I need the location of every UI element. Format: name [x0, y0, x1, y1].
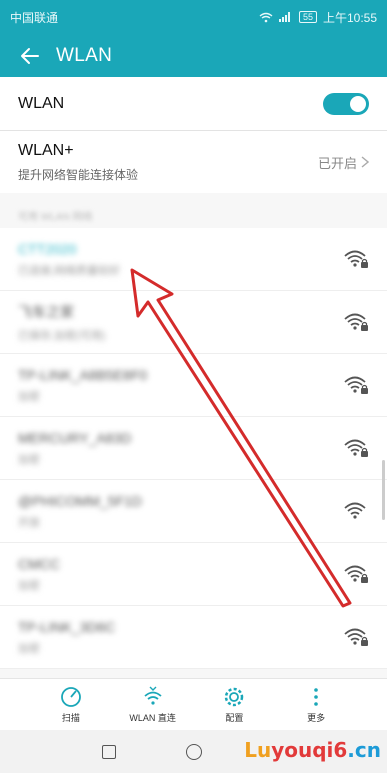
- network-status: 加密: [18, 390, 40, 403]
- network-item[interactable]: TP-LINK_A8B5E8F0 加密: [0, 354, 387, 417]
- network-text: @PHICOMM_5F1D 开放: [18, 493, 142, 530]
- wlan-plus-subtitle: 提升网络智能连接体验: [18, 167, 139, 182]
- status-icons: 55 上午10:55: [259, 9, 377, 26]
- scan-button[interactable]: 扫描: [36, 685, 106, 724]
- wifi-locked-icon: [344, 565, 368, 583]
- network-text: MERCURY_A83D 加密: [18, 430, 131, 467]
- scrollbar[interactable]: [382, 460, 385, 520]
- home-button[interactable]: [185, 743, 202, 760]
- network-text: TP-LINK_A8B5E8F0 加密: [18, 367, 147, 404]
- network-name: MERCURY_A83D: [18, 429, 132, 446]
- clock: 上午10:55: [322, 10, 377, 25]
- wlan-plus-state: 已开启: [318, 153, 369, 172]
- status-bar: 中国联通 55 上午10:55: [0, 0, 387, 34]
- network-text: 飞车之家已保存,加密(可用): [18, 302, 105, 343]
- network-status: 加密: [18, 579, 40, 592]
- more-label: 更多: [307, 713, 326, 723]
- more-dots-icon: [314, 688, 318, 706]
- config-button[interactable]: 配置: [199, 685, 269, 724]
- wlan-direct-label: WLAN 直连: [129, 713, 176, 723]
- network-status: 已保存,加密(可用): [18, 329, 106, 342]
- more-button[interactable]: 更多: [281, 685, 351, 724]
- recent-apps-button[interactable]: [101, 744, 116, 759]
- config-label: 配置: [225, 713, 244, 723]
- network-item[interactable]: @PHICOMM_5F1D 开放: [0, 480, 387, 543]
- watermark-logo: Luyouqi6.cn: [244, 738, 381, 762]
- battery-icon: 55: [298, 11, 317, 23]
- wifi-locked-icon: [344, 439, 368, 457]
- wifi-status-icon: [259, 12, 273, 22]
- network-status: 加密: [18, 453, 40, 466]
- network-name: CTT2020: [18, 240, 77, 257]
- back-arrow-icon[interactable]: [10, 34, 50, 77]
- network-name: TP-LINK_3D6C: [18, 618, 116, 635]
- network-status: 加密: [18, 642, 40, 655]
- network-name: CMCC: [18, 555, 60, 572]
- signal-icon: [278, 12, 293, 22]
- wlan-label: WLAN: [18, 94, 65, 112]
- gear-icon: [225, 687, 244, 707]
- wifi-locked-icon: [344, 376, 368, 394]
- network-item[interactable]: CMCC 加密: [0, 543, 387, 606]
- network-name: TP-LINK_A8B5E8F0: [18, 366, 148, 383]
- network-item[interactable]: TP-LINK_3D6C 加密: [0, 606, 387, 669]
- carrier-label: 中国联通: [10, 10, 59, 25]
- app-bar: WLAN: [0, 34, 387, 77]
- wifi-locked-icon: [344, 250, 368, 268]
- wlan-switch[interactable]: [323, 92, 369, 115]
- wlan-plus-state-text: 已开启: [317, 155, 357, 171]
- wlan-toggle-row[interactable]: WLAN: [0, 77, 387, 131]
- wifi-locked-icon: [344, 313, 368, 331]
- scan-icon: [60, 687, 81, 707]
- available-networks-header: 可用 WLAN 网络: [18, 212, 93, 223]
- network-item[interactable]: MERCURY_A83D 加密: [0, 417, 387, 480]
- bottom-toolbar: 扫描 WLAN 直连 配置 更多: [0, 678, 387, 730]
- network-text: CMCC 加密: [18, 556, 60, 593]
- wifi-locked-icon: [344, 628, 368, 646]
- network-name: @PHICOMM_5F1D: [18, 492, 142, 509]
- chevron-right-icon: [361, 156, 369, 168]
- network-item[interactable]: 飞车之家已保存,加密(可用): [0, 291, 387, 354]
- network-item[interactable]: CTT2020 已连接,网络质量较好: [0, 228, 387, 291]
- network-text: CTT2020 已连接,网络质量较好: [18, 241, 120, 278]
- network-list: CTT2020 已连接,网络质量较好飞车之家已保存,加密(可用) TP-LINK_A…: [0, 228, 387, 669]
- wlan-direct-button[interactable]: WLAN 直连: [118, 685, 188, 724]
- page-title: WLAN: [56, 44, 113, 66]
- wifi-icon: [344, 502, 366, 519]
- network-status: 开放: [18, 516, 40, 529]
- wlan-plus-label: WLAN+: [18, 141, 74, 159]
- network-status: 已连接,网络质量较好: [18, 264, 121, 277]
- scan-label: 扫描: [61, 713, 80, 723]
- network-text: TP-LINK_3D6C 加密: [18, 619, 115, 656]
- wlan-direct-icon: [144, 686, 162, 705]
- wlan-plus-row[interactable]: WLAN+ 提升网络智能连接体验 已开启: [0, 131, 387, 193]
- network-name: 飞车之家: [18, 303, 74, 320]
